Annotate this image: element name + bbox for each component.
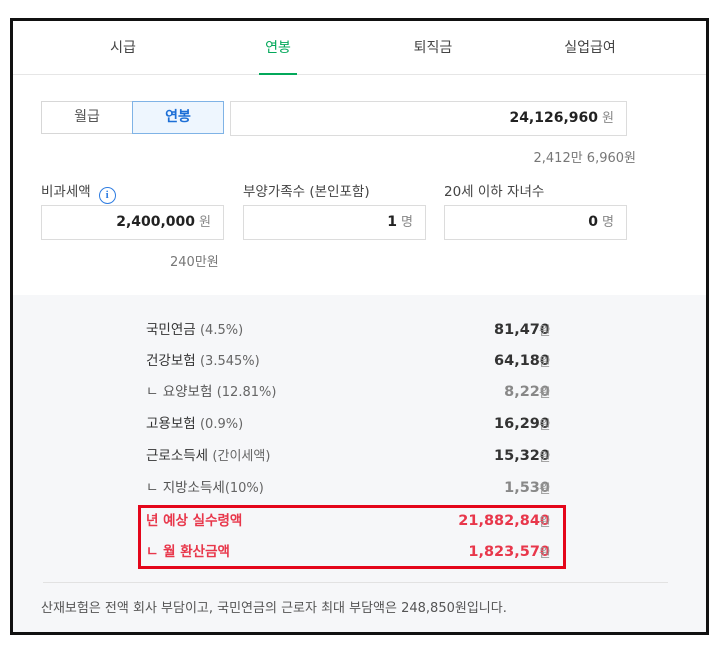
result-unit: 원 [539,354,551,369]
calculator-tabs: 시급 연봉 퇴직금 실업급여 [13,21,706,75]
result-name: 건강보험 [146,353,196,369]
nontax-readable: 240만원 [170,255,219,270]
annual-toggle-button[interactable]: 연봉 [132,101,224,134]
result-rate: (0.9%) [199,417,244,432]
result-unit: 원 [539,385,551,400]
result-name: 고용보험 [146,416,196,432]
result-rate: (4.5%) [199,323,244,338]
result-row: 국민연금 (4.5%) 81,470 원 [13,315,706,346]
salary-unit: 원 [602,111,614,126]
dependents-input[interactable]: 1명 [243,205,426,240]
dependents-unit: 명 [401,215,413,230]
result-name: 국민연금 [146,322,196,338]
children-value: 0 [588,214,599,230]
salary-input[interactable]: 24,126,960 원 [230,101,627,136]
salary-calculator-panel: 시급 연봉 퇴직금 실업급여 월급 연봉 24,126,960 원 2,412만 … [10,18,709,635]
tab-hourly[interactable]: 시급 [73,21,173,75]
result-row: ㄴ 지방소득세(10%) 1,530 원 [13,473,706,504]
result-unit: 원 [539,449,551,464]
nontax-input[interactable]: 2,400,000 원 [41,205,224,240]
result-row: 근로소득세 (간이세액) 15,320 원 [13,441,706,472]
result-name: 근로소득세 [146,448,209,464]
result-rate: (3.545%) [199,354,260,369]
dependents-label: 부양가족수 (본인포함) [243,184,370,200]
result-unit: 원 [539,481,551,496]
nontax-value: 2,400,000 [116,214,196,230]
result-rate: (12.81%) [216,385,277,400]
deduction-results: 국민연금 (4.5%) 81,470 원 건강보험 (3.545%) 64,18… [13,295,706,632]
divider [43,582,668,583]
children-input[interactable]: 0명 [444,205,627,240]
children-unit: 명 [602,215,614,230]
result-row: 고용보험 (0.9%) 16,290 원 [13,409,706,440]
result-name: ㄴ 지방소득세 [146,480,225,496]
result-rate: (10%) [224,481,264,496]
tab-annual-salary[interactable]: 연봉 [228,21,328,75]
dependents-value: 1 [387,214,398,230]
salary-value: 24,126,960 [509,110,599,126]
highlight-annotation-box [138,505,566,569]
salary-readable: 2,412만 6,960원 [533,151,637,166]
result-row: 건강보험 (3.545%) 64,180 원 [13,346,706,377]
tab-severance[interactable]: 퇴직금 [383,21,483,75]
result-unit: 원 [539,323,551,338]
info-icon[interactable]: i [98,187,116,204]
nontax-label: 비과세액 i [41,180,116,204]
nontax-unit: 원 [199,215,211,230]
monthly-toggle-button[interactable]: 월급 [41,101,133,134]
result-row: ㄴ 요양보험 (12.81%) 8,220 원 [13,377,706,408]
tab-unemployment[interactable]: 실업급여 [535,21,645,75]
result-unit: 원 [539,417,551,432]
footnote: 산재보험은 전액 회사 부담이고, 국민연금의 근로자 최대 부담액은 248,… [41,601,507,616]
result-rate: (간이세액) [212,449,271,464]
children-label: 20세 이하 자녀수 [444,184,545,200]
result-name: ㄴ 요양보험 [146,384,213,400]
nontax-label-text: 비과세액 [41,184,91,200]
